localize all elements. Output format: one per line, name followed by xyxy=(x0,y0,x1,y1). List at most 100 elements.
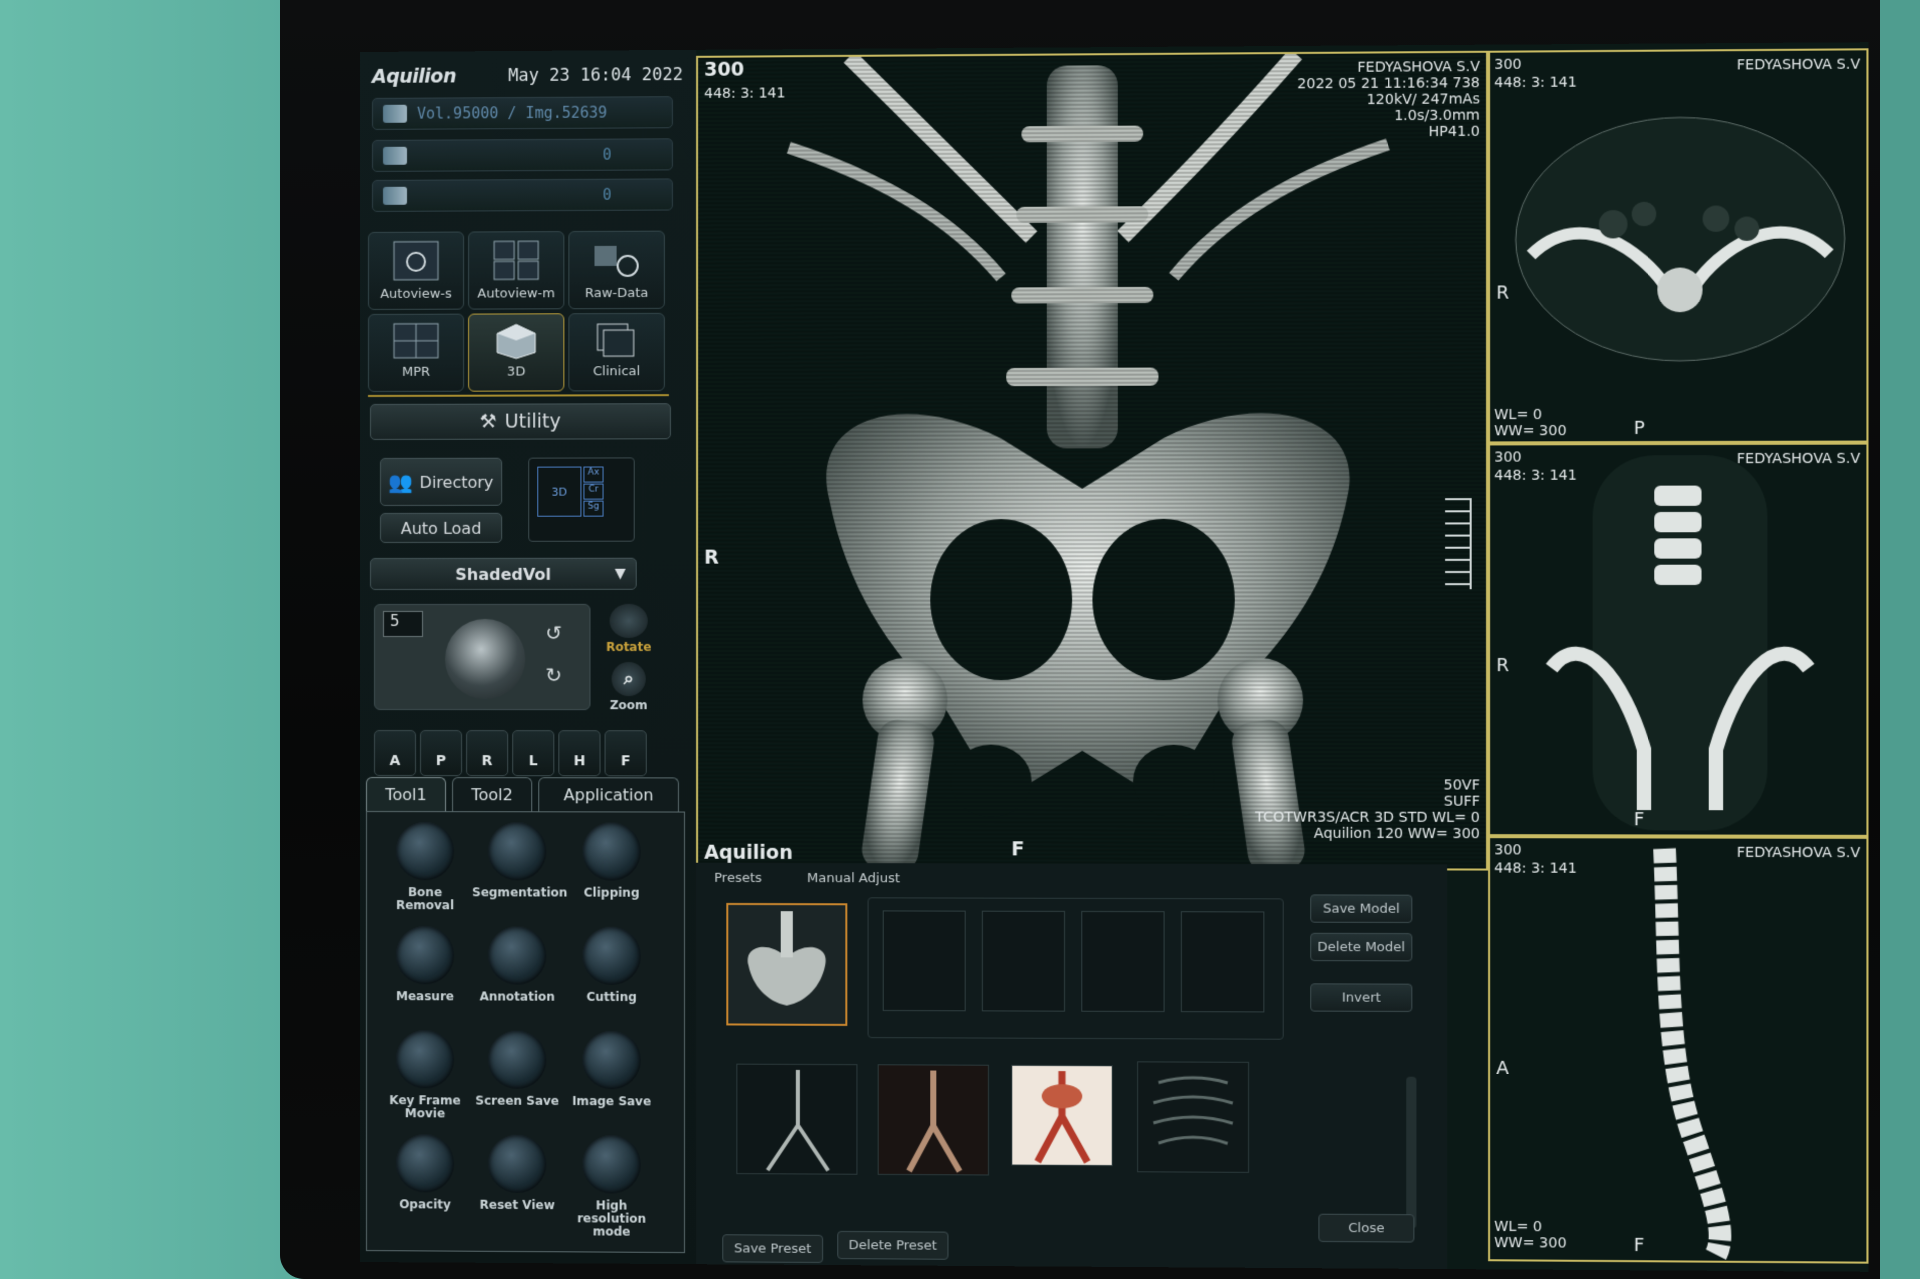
preset-slot-2[interactable] xyxy=(981,910,1066,1012)
vessel-preset-4[interactable] xyxy=(1137,1061,1250,1173)
axial-viewport[interactable]: 300 448: 3: 141 FEDYASHOVA S.V R P WL= 0… xyxy=(1488,48,1869,444)
vessel-preset-2[interactable] xyxy=(877,1064,989,1175)
delete-model-button[interactable]: Delete Model xyxy=(1310,932,1413,962)
preset-slot-4[interactable] xyxy=(1180,911,1265,1013)
camera-icon xyxy=(488,1030,547,1089)
save-model-button[interactable]: Save Model xyxy=(1310,894,1413,923)
measure-tool[interactable]: Measure xyxy=(380,926,470,1026)
opacity-label: Opacity xyxy=(399,1197,451,1212)
main-window-value: 300 xyxy=(704,58,745,81)
people-icon: 👥 xyxy=(388,469,414,494)
raw-data-tile[interactable]: Raw-Data xyxy=(568,230,665,310)
rotate-ccw-icon[interactable]: ↺ xyxy=(545,621,562,645)
zoom-label: Zoom xyxy=(609,698,648,713)
layout-cell-3d[interactable]: 3D xyxy=(537,466,582,517)
workstation-screen: Aquilion May 23 16:04 2022 Vol.95000 / I… xyxy=(360,42,1869,1272)
vessel-thumbnail-2 xyxy=(879,1065,988,1174)
archive-count: 0 xyxy=(602,185,612,204)
annotation-icon xyxy=(488,926,547,985)
clinical-icon xyxy=(591,320,641,360)
trackball-icon[interactable] xyxy=(445,618,526,700)
layout-cell-sg[interactable]: Sg xyxy=(583,500,604,517)
tab-tool2[interactable]: Tool2 xyxy=(452,777,533,812)
coronal-slice-info: 448: 3: 141 xyxy=(1494,467,1577,484)
tools-icon: ⚒ xyxy=(479,410,497,433)
tile-underline xyxy=(367,394,669,397)
print-queue[interactable]: 0 xyxy=(371,138,673,172)
tab-manual-adjust[interactable]: Manual Adjust xyxy=(807,871,900,886)
auto-load-button[interactable]: Auto Load xyxy=(379,512,503,543)
annotation-tool[interactable]: Annotation xyxy=(472,926,562,1026)
opacity-tool[interactable]: Opacity xyxy=(380,1134,470,1235)
high-resolution-tool[interactable]: High resolution mode xyxy=(566,1135,656,1239)
rotate-button[interactable]: Rotate xyxy=(601,603,657,656)
sagittal-orientation-left: A xyxy=(1496,1057,1509,1080)
rotation-control[interactable]: 5 ↺ ↻ xyxy=(373,603,591,711)
rotation-step-input[interactable]: 5 xyxy=(382,610,424,637)
main-patient-info: FEDYASHOVA S.V 2022 05 21 11:16:34 738 1… xyxy=(1297,59,1480,141)
coronal-window-value: 300 xyxy=(1494,449,1522,466)
clinical-label: Clinical xyxy=(593,364,641,380)
main-recon-info: 50VF SUFF TCOTWR3S/ACR 3D STD WL= 0 Aqui… xyxy=(1255,777,1480,842)
image-save-tool[interactable]: Image Save xyxy=(566,1030,656,1132)
cutting-tool[interactable]: Cutting xyxy=(566,926,656,1028)
sagittal-ww: WW= 300 xyxy=(1494,1234,1567,1252)
bone-removal-tool[interactable]: Bone Removal xyxy=(380,822,470,922)
autoview-s-label: Autoview-s xyxy=(380,286,452,302)
magnifier-icon: ⌕ xyxy=(611,662,646,697)
utility-button[interactable]: ⚒ Utility xyxy=(369,403,671,440)
vessel-preset-1[interactable] xyxy=(736,1064,858,1175)
clipping-tool[interactable]: Clipping xyxy=(566,822,656,922)
archive-queue[interactable]: 0 xyxy=(371,178,673,212)
delete-preset-button[interactable]: Delete Preset xyxy=(837,1230,949,1260)
film-icon xyxy=(395,1030,455,1089)
autoview-s-tile[interactable]: Autoview-s xyxy=(367,231,465,310)
key-frame-movie-label: Key Frame Movie xyxy=(389,1093,461,1121)
segmentation-tool[interactable]: Segmentation xyxy=(472,822,567,922)
axial-window-value: 300 xyxy=(1494,56,1522,73)
orient-p-button[interactable]: P xyxy=(420,730,463,777)
tab-application[interactable]: Application xyxy=(538,777,679,812)
orient-a-button[interactable]: A xyxy=(373,730,417,777)
zoom-button[interactable]: ⌕ Zoom xyxy=(601,662,657,714)
layout-selector[interactable]: 3D Ax Cr Sg xyxy=(528,457,635,542)
ribcage-thumbnail xyxy=(1138,1062,1248,1172)
invert-button[interactable]: Invert xyxy=(1310,983,1413,1012)
tab-tool1[interactable]: Tool1 xyxy=(365,777,447,812)
main-3d-viewport[interactable]: 300 448: 3: 141 FEDYASHOVA S.V 2022 05 2… xyxy=(696,50,1489,871)
directory-button[interactable]: 👥 Directory xyxy=(379,457,503,506)
rotate-cw-icon[interactable]: ↻ xyxy=(545,663,562,687)
layout-cell-ax[interactable]: Ax xyxy=(583,466,604,483)
preset-panel: Presets Manual Adjust Save Model Delete … xyxy=(696,862,1448,1270)
segmentation-icon xyxy=(488,822,547,881)
brand-logo: Aquilion xyxy=(371,65,457,88)
preset-scrollbar[interactable] xyxy=(1406,1076,1417,1229)
selected-preset-thumb[interactable] xyxy=(726,902,848,1026)
orient-l-button[interactable]: L xyxy=(512,730,555,777)
coronal-viewport[interactable]: 300 448: 3: 141 FEDYASHOVA S.V R F xyxy=(1488,442,1869,837)
3d-tile[interactable]: 3D xyxy=(468,313,565,392)
mpr-tile[interactable]: MPR xyxy=(367,313,465,392)
reset-view-tool[interactable]: Reset View xyxy=(472,1134,562,1236)
high-resolution-icon xyxy=(582,1135,641,1194)
preset-slot-1[interactable] xyxy=(882,910,966,1012)
sagittal-viewport[interactable]: 300 448: 3: 141 FEDYASHOVA S.V A F WL= 0… xyxy=(1488,836,1869,1264)
tab-presets[interactable]: Presets xyxy=(714,871,762,886)
screen-save-tool[interactable]: Screen Save xyxy=(472,1030,562,1131)
layout-cell-cr[interactable]: Cr xyxy=(583,483,604,500)
clinical-tile[interactable]: Clinical xyxy=(568,312,665,392)
autoview-m-tile[interactable]: Autoview-m xyxy=(468,231,565,310)
save-preset-button[interactable]: Save Preset xyxy=(722,1234,824,1264)
close-button[interactable]: Close xyxy=(1318,1213,1415,1243)
preset-slot-3[interactable] xyxy=(1081,910,1165,1013)
cube-icon xyxy=(491,320,541,360)
print-count: 0 xyxy=(602,145,612,164)
vessel-preset-3[interactable] xyxy=(1011,1065,1113,1166)
utility-label: Utility xyxy=(504,410,561,433)
orient-f-button[interactable]: F xyxy=(604,730,647,777)
render-mode-select[interactable]: ShadedVol ▼ xyxy=(369,557,637,590)
key-frame-movie-tool[interactable]: Key Frame Movie xyxy=(380,1030,470,1130)
orient-h-button[interactable]: H xyxy=(558,730,601,777)
orient-r-button[interactable]: R xyxy=(466,730,509,777)
vessel-thumbnail-1 xyxy=(737,1065,856,1174)
